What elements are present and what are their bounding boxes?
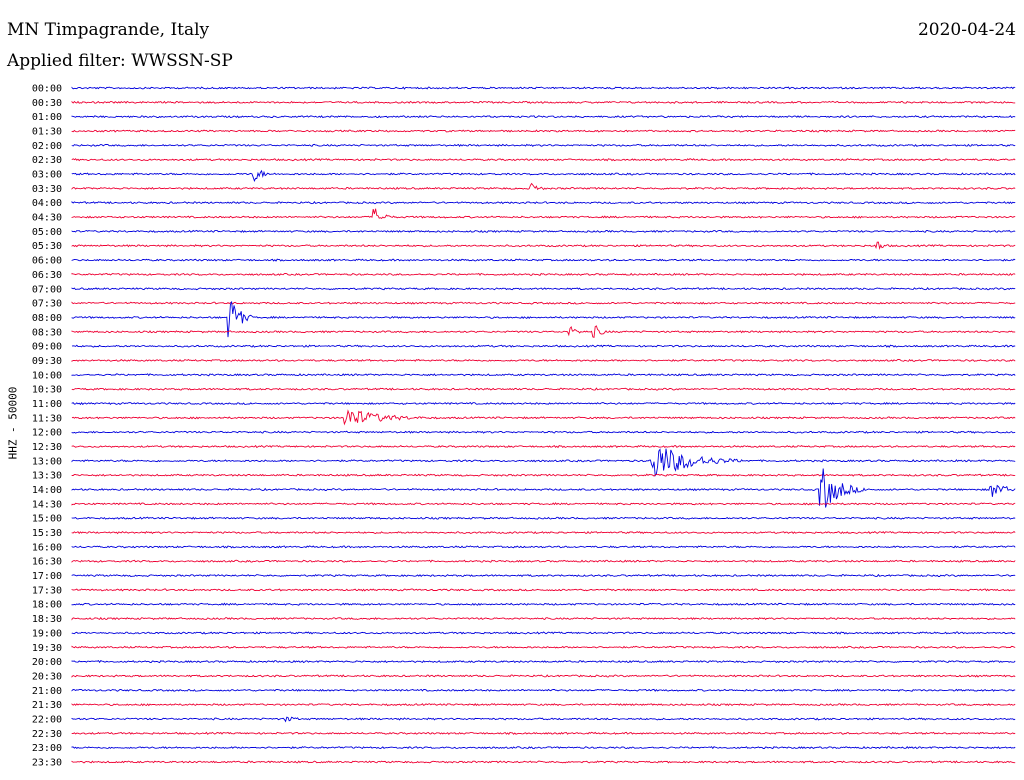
trace-0200 xyxy=(71,143,1016,147)
tick-label-2200: 22:00 xyxy=(32,714,62,725)
trace-0000 xyxy=(71,86,1016,90)
tick-label-0200: 02:00 xyxy=(32,141,62,152)
trace-0630 xyxy=(71,272,1016,276)
tick-label-2230: 22:30 xyxy=(32,729,62,740)
tick-label-0230: 02:30 xyxy=(32,155,62,166)
tick-label-1800: 18:00 xyxy=(32,600,62,611)
tick-label-1930: 19:30 xyxy=(32,643,62,654)
trace-1800 xyxy=(71,602,1016,606)
tick-label-1100: 11:00 xyxy=(32,399,62,410)
tick-label-1900: 19:00 xyxy=(32,628,62,639)
trace-0100 xyxy=(71,115,1016,119)
trace-1130 xyxy=(71,409,1016,426)
trace-1030 xyxy=(71,387,1016,391)
trace-1530 xyxy=(71,530,1016,535)
tick-label-0730: 07:30 xyxy=(32,299,62,310)
trace-1500 xyxy=(71,516,1016,520)
tick-label-2330: 23:30 xyxy=(32,757,62,768)
tick-label-0900: 09:00 xyxy=(32,342,62,353)
trace-0730 xyxy=(71,301,1016,305)
tick-label-0030: 00:30 xyxy=(32,98,62,109)
tick-label-0800: 08:00 xyxy=(32,313,62,324)
tick-label-0530: 05:30 xyxy=(32,241,62,252)
tick-label-1730: 17:30 xyxy=(32,585,62,596)
tick-label-0600: 06:00 xyxy=(32,256,62,267)
trace-0930 xyxy=(71,358,1016,363)
trace-0830 xyxy=(71,325,1016,339)
tick-label-1530: 15:30 xyxy=(32,528,62,539)
tick-label-1330: 13:30 xyxy=(32,471,62,482)
trace-1230 xyxy=(71,444,1016,449)
trace-2300 xyxy=(71,745,1016,750)
time-tick-labels: 00:00 00:30 01:00 01:30 02:00 02:30 03:00 03:30… xyxy=(32,84,62,769)
trace-1930 xyxy=(71,645,1016,649)
trace-2230 xyxy=(71,731,1016,736)
tick-label-0300: 03:00 xyxy=(32,170,62,181)
tick-label-2100: 21:00 xyxy=(32,686,62,697)
tick-label-0100: 01:00 xyxy=(32,112,62,123)
tick-label-1200: 12:00 xyxy=(32,428,62,439)
trace-1300 xyxy=(71,448,1016,477)
tick-label-1130: 11:30 xyxy=(32,413,62,424)
trace-1600 xyxy=(71,545,1016,549)
trace-0330 xyxy=(71,182,1016,191)
trace-0430 xyxy=(71,208,1016,219)
trace-2030 xyxy=(71,674,1016,678)
trace-1430 xyxy=(71,502,1016,506)
tick-label-2030: 20:30 xyxy=(32,671,62,682)
trace-2000 xyxy=(71,659,1016,664)
tick-label-1000: 10:00 xyxy=(32,370,62,381)
trace-1000 xyxy=(71,373,1016,377)
tick-label-1830: 18:30 xyxy=(32,614,62,625)
tick-label-1300: 13:00 xyxy=(32,456,62,467)
trace-0700 xyxy=(71,287,1016,291)
trace-2130 xyxy=(71,703,1016,707)
tick-label-0330: 03:30 xyxy=(32,184,62,195)
trace-0300 xyxy=(71,169,1016,182)
trace-1730 xyxy=(71,588,1016,592)
trace-0030 xyxy=(71,100,1016,104)
tick-label-0430: 04:30 xyxy=(32,213,62,224)
tick-label-2300: 23:00 xyxy=(32,743,62,754)
trace-1900 xyxy=(71,631,1016,635)
tick-label-1700: 17:00 xyxy=(32,571,62,582)
tick-label-2000: 20:00 xyxy=(32,657,62,668)
tick-label-1600: 16:00 xyxy=(32,542,62,553)
tick-label-1400: 14:00 xyxy=(32,485,62,496)
seismic-traces xyxy=(71,86,1016,764)
trace-1830 xyxy=(71,616,1016,621)
trace-0230 xyxy=(71,158,1016,162)
trace-2100 xyxy=(71,688,1016,692)
trace-1630 xyxy=(71,559,1016,563)
tick-label-0930: 09:30 xyxy=(32,356,62,367)
tick-label-0700: 07:00 xyxy=(32,284,62,295)
tick-label-0500: 05:00 xyxy=(32,227,62,238)
tick-label-0000: 00:00 xyxy=(32,84,62,95)
trace-1100 xyxy=(71,401,1016,406)
tick-label-0830: 08:30 xyxy=(32,327,62,338)
trace-1200 xyxy=(71,430,1016,434)
tick-label-0130: 01:30 xyxy=(32,127,62,138)
trace-1330 xyxy=(71,473,1016,477)
tick-label-1030: 10:30 xyxy=(32,385,62,396)
tick-label-2130: 21:30 xyxy=(32,700,62,711)
tick-label-1430: 14:30 xyxy=(32,499,62,510)
tick-label-1230: 12:30 xyxy=(32,442,62,453)
tick-label-1500: 15:00 xyxy=(32,514,62,525)
trace-0130 xyxy=(71,129,1016,133)
tick-label-0630: 06:30 xyxy=(32,270,62,281)
trace-0900 xyxy=(71,344,1016,348)
trace-0400 xyxy=(71,201,1016,205)
trace-2200 xyxy=(71,716,1016,723)
trace-0600 xyxy=(71,258,1016,262)
trace-0530 xyxy=(71,241,1016,251)
trace-1700 xyxy=(71,573,1016,578)
helicorder-plot: 00:00 00:30 01:00 01:30 02:00 02:30 03:00 03:30… xyxy=(32,84,1016,769)
tick-label-1630: 16:30 xyxy=(32,557,62,568)
trace-0500 xyxy=(71,229,1016,233)
tick-label-0400: 04:00 xyxy=(32,198,62,209)
trace-2330 xyxy=(71,760,1016,764)
